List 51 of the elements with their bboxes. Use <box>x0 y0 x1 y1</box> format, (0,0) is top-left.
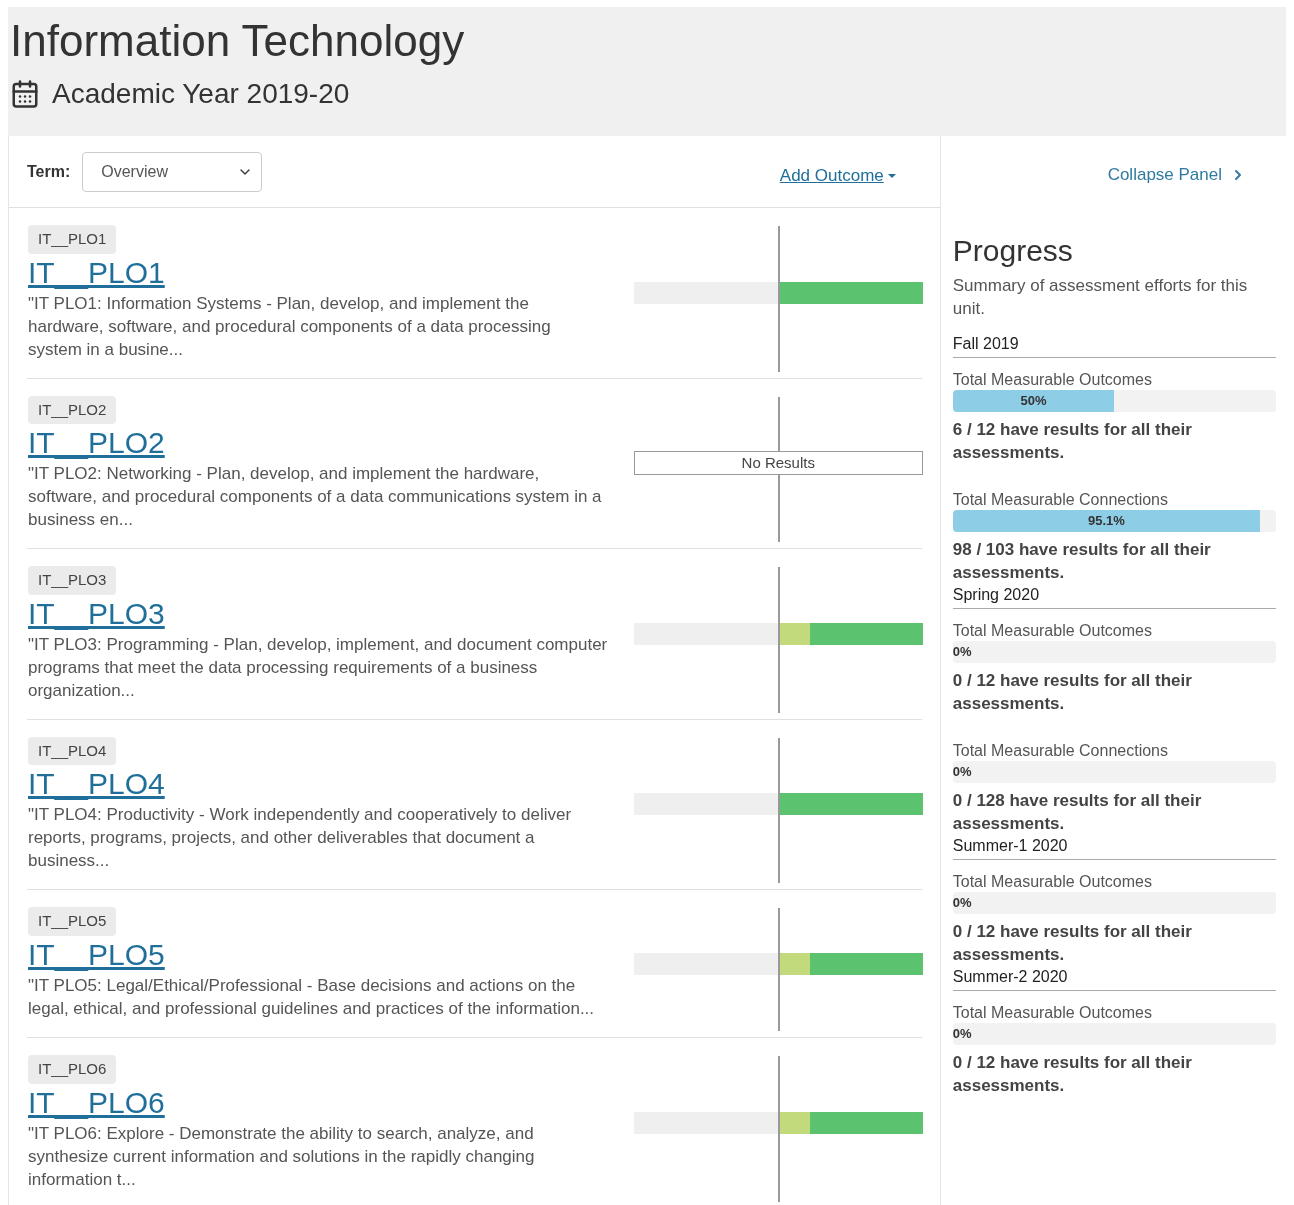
page-title: Information Technology <box>10 15 466 67</box>
metric-note: 0 / 12 have results for all their assessments. <box>952 1051 1193 1097</box>
outcome-description: "IT PLO5: Legal/Ethical/Professional - Base decisions and actions on the legal, ethical, and professional guidelines and practices of the information... <box>28 974 596 1020</box>
progress-reading: 0% <box>952 642 972 661</box>
progress-reading: 50% <box>1020 391 1047 410</box>
term-heading: Fall 2019 <box>952 332 1276 358</box>
metric-label: Total Measurable Outcomes <box>952 620 1153 641</box>
outcome-title-link[interactable]: IT__PLO4 <box>28 765 165 803</box>
outcome-tag: IT__PLO6 <box>28 1055 117 1084</box>
metric-note: 0 / 12 have results for all their assessments. <box>952 920 1193 966</box>
outcome-tag: IT__PLO2 <box>28 395 117 424</box>
progress-reading: 0% <box>952 1024 972 1043</box>
outcome-title-link[interactable]: IT__PLO2 <box>28 424 165 462</box>
term-heading: Spring 2020 <box>952 583 1276 609</box>
metric-note: 98 / 103 have results for all their assessments. <box>952 538 1212 584</box>
metric-label: Total Measurable Outcomes <box>952 871 1153 892</box>
metric-label: Total Measurable Connections <box>952 740 1169 761</box>
outcome-title-link[interactable]: IT__PLO1 <box>28 253 165 292</box>
metric-note: 0 / 12 have results for all their assessments. <box>952 669 1193 715</box>
progress-title: Progress <box>952 232 1074 269</box>
outcome-tag: IT__PLO5 <box>28 907 117 936</box>
outcome-description: "IT PLO6: Explore - Demonstrate the ability to search, analyze, and synthesize current information and solutions in the rapidly changing information t... <box>28 1122 536 1191</box>
outcome-tag: IT__PLO3 <box>28 566 117 595</box>
metric-note: 6 / 12 have results for all their assessments. <box>952 418 1193 464</box>
academic-year: Academic Year 2019-20 <box>52 77 350 111</box>
outcome-tag: IT__PLO1 <box>28 225 117 254</box>
term-heading: Summer-1 2020 <box>952 834 1276 860</box>
outcome-description: "IT PLO2: Networking - Plan, develop, and implement the hardware, software, and procedural components of a data communications system in a business en... <box>28 463 603 531</box>
outcome-description: "IT PLO3: Programming - Plan, develop, implement, and document computer programs that meet the data processing requirements of a business organization... <box>28 633 608 702</box>
caret-icon <box>887 173 896 178</box>
outcome-title-link[interactable]: IT__PLO6 <box>28 1083 165 1122</box>
progress-reading: 95.1% <box>1088 511 1125 530</box>
progress-summary: Summary of assessment efforts for this unit. <box>952 274 1249 320</box>
term-select[interactable]: Overview <box>82 151 263 192</box>
metric-label: Total Measurable Connections <box>952 489 1169 510</box>
term-label: Term: <box>27 161 71 182</box>
progress-reading: 0% <box>952 893 972 912</box>
outcome-tag: IT__PLO4 <box>28 736 117 765</box>
outcome-description: "IT PLO4: Productivity - Work independently and cooperatively to deliver reports, programs, projects, and other deliverables that document a business... <box>28 804 573 872</box>
outcome-title-link[interactable]: IT__PLO3 <box>28 594 165 633</box>
term-heading: Summer-2 2020 <box>952 965 1276 991</box>
outcome-title-link[interactable]: IT__PLO5 <box>28 935 165 974</box>
progress-reading: 0% <box>952 762 972 781</box>
calendar-icon <box>10 79 40 109</box>
metric-note: 0 / 128 have results for all their assessments. <box>952 789 1203 835</box>
outcome-description: "IT PLO1: Information Systems - Plan, develop, and implement the hardware, software, and procedural components of a data processing system in a busine... <box>28 292 552 361</box>
metric-label: Total Measurable Outcomes <box>952 1002 1153 1023</box>
metric-label: Total Measurable Outcomes <box>952 369 1153 390</box>
collapse-panel-link[interactable]: Collapse Panel <box>1107 162 1246 188</box>
add-outcome-link[interactable]: Add Outcome <box>779 162 896 189</box>
no-results-label: No Results <box>633 451 923 476</box>
